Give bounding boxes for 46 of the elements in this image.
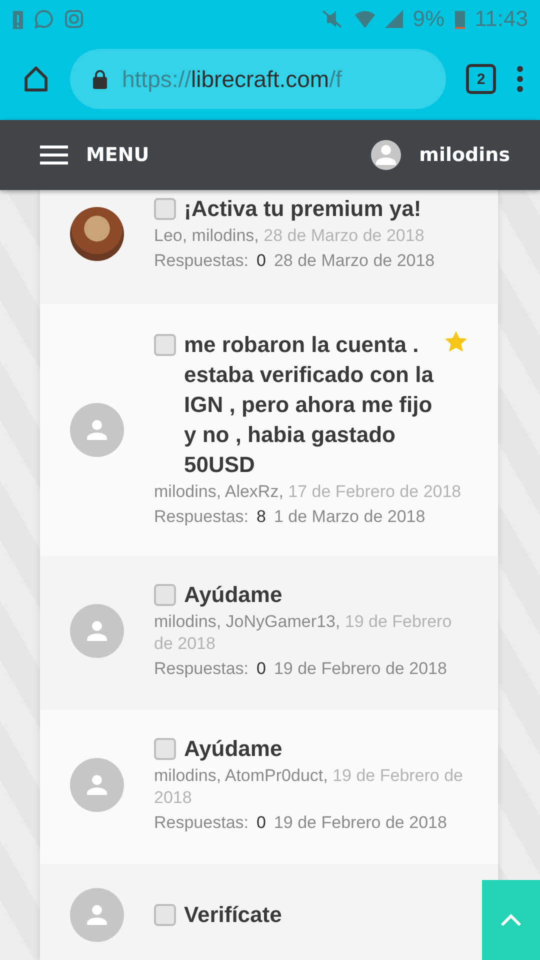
more-options-icon[interactable] [516, 66, 524, 92]
username[interactable]: milodins [419, 144, 510, 166]
reply-count: 8 [256, 506, 266, 528]
topic-meta: Leo, milodins, 28 de Marzo de 2018 [154, 225, 426, 247]
topic-title[interactable]: me robaron la cuenta . estaba verificado con la IGN , pero ahora me fijo y no , habia gastado 50USD [184, 330, 436, 480]
topic-checkbox[interactable] [154, 584, 176, 606]
user-avatar[interactable] [371, 140, 402, 170]
last-reply-date: 28 de Marzo de 2018 [274, 250, 435, 272]
clock-time: 11:43 [474, 6, 528, 32]
signal-icon [384, 10, 403, 28]
menu-icon[interactable] [40, 145, 68, 165]
topic-meta: milodins, AlexRz, 17 de Febrero de 2018 [154, 481, 462, 503]
battery-icon [454, 9, 465, 29]
topic-title[interactable]: Verifícate [184, 900, 468, 930]
camera-icon [64, 9, 84, 29]
reply-count: 0 [256, 250, 266, 272]
topic-title[interactable]: Ayúdame [184, 734, 468, 764]
battery-alert-icon [12, 9, 24, 29]
replies-label: Respuestas: [154, 250, 248, 272]
topic-checkbox[interactable] [154, 904, 176, 926]
topic-title[interactable]: Ayúdame [184, 580, 468, 610]
back-to-top-button[interactable] [482, 880, 540, 960]
last-reply-date: 19 de Febrero de 2018 [274, 658, 447, 680]
last-reply-date: 19 de Febrero de 2018 [274, 812, 447, 834]
wifi-icon [354, 10, 375, 28]
address-bar[interactable]: https://librecraft.com/f [70, 49, 446, 109]
reply-count: 0 [256, 812, 266, 834]
topic-checkbox[interactable] [154, 334, 176, 356]
battery-percentage: 9% [412, 6, 445, 32]
topic-meta: milodins, AtomPr0duct, 19 de Febrero de 2018 [154, 765, 464, 809]
topic-checkbox[interactable] [154, 738, 176, 760]
replies-label: Respuestas: [154, 658, 248, 680]
replies-label: Respuestas: [154, 812, 248, 834]
topic-checkbox[interactable] [154, 198, 176, 220]
menu-label[interactable]: MENU [86, 144, 150, 166]
reply-count: 0 [256, 658, 266, 680]
replies-label: Respuestas: [154, 506, 248, 528]
chevron-up-icon [500, 913, 522, 927]
lock-icon [92, 69, 108, 89]
topic-meta: milodins, JoNyGamer13, 19 de Febrero de 2018 [154, 611, 453, 655]
avatar-photo-placeholder [70, 207, 124, 261]
home-icon[interactable] [22, 65, 50, 93]
topic-title[interactable]: ¡Activa tu premium ya! [184, 194, 468, 224]
chat-bubble-icon [34, 9, 54, 29]
tab-count-button[interactable]: 2 [466, 64, 496, 94]
last-reply-date: 1 de Marzo de 2018 [274, 506, 426, 528]
